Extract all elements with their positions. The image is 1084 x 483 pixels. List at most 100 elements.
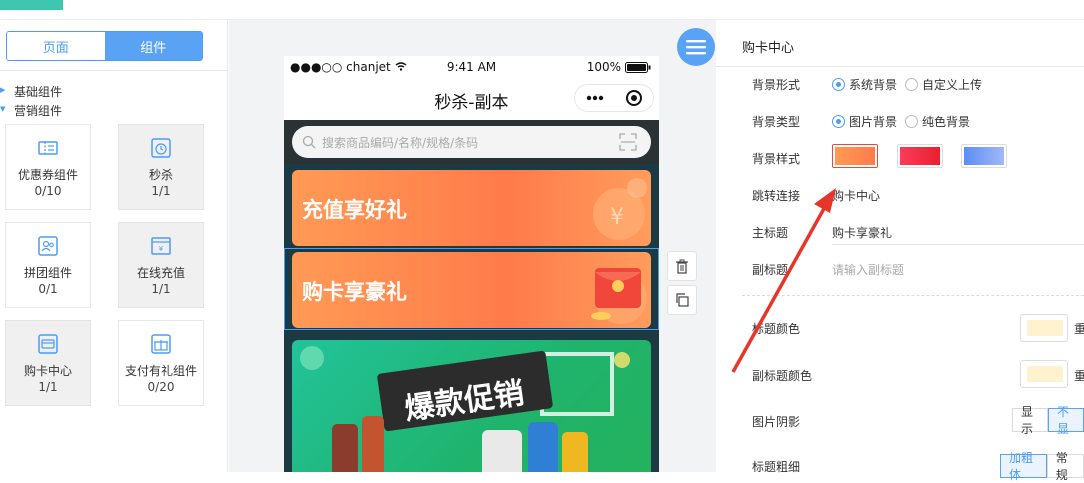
title-color-picker[interactable] bbox=[1020, 314, 1068, 342]
red-envelope-icon bbox=[591, 268, 647, 324]
section-divider bbox=[742, 295, 1084, 296]
status-bar: ●●●○○ chanjet 9:41 AM 100% bbox=[284, 56, 659, 76]
component-label: 在线充值 bbox=[136, 266, 185, 280]
editor-canvas: ●●●○○ chanjet 9:41 AM 100% 秒杀-副本 搜索商品编码/… bbox=[229, 20, 716, 472]
caret-right-icon: ▶ bbox=[0, 86, 6, 94]
radio-solid-bg[interactable] bbox=[905, 115, 919, 128]
jump-link-value[interactable]: 购卡中心 bbox=[832, 187, 880, 204]
img-shadow-label: 图片阴影 bbox=[752, 415, 801, 429]
component-label: 支付有礼组件 bbox=[124, 364, 197, 378]
panel-separator bbox=[716, 66, 1084, 67]
card-icon bbox=[38, 334, 58, 354]
copy-button[interactable] bbox=[667, 285, 697, 315]
component-count: 0/1 bbox=[38, 282, 58, 296]
delete-button[interactable] bbox=[667, 251, 697, 281]
group-basic-label: 基础组件 bbox=[14, 85, 63, 99]
bg-type-label: 背景类型 bbox=[752, 115, 801, 129]
radio-custom-upload-label: 自定义上传 bbox=[922, 78, 983, 92]
panel-tabs: 页面 组件 bbox=[6, 31, 203, 61]
title-color-swatch bbox=[1027, 320, 1063, 336]
sub-title-input[interactable]: 请输入副标题 bbox=[832, 261, 904, 278]
main-title-input[interactable]: 购卡享豪礼 bbox=[832, 224, 892, 241]
alarm-clock-icon bbox=[151, 138, 171, 158]
svg-text:¥: ¥ bbox=[610, 205, 624, 230]
more-dots-icon[interactable] bbox=[586, 95, 604, 101]
radio-image-bg-label: 图片背景 bbox=[849, 115, 898, 129]
component-flash-sale[interactable]: 秒杀 1/1 bbox=[118, 124, 204, 210]
title-weight-toggle: 加粗体 常规 bbox=[1000, 451, 1084, 482]
shadow-hide-button[interactable]: 不显 bbox=[1048, 405, 1084, 436]
sub-title-label: 副标题 bbox=[752, 263, 789, 277]
radio-solid-bg-label: 纯色背景 bbox=[922, 115, 971, 129]
weight-bold-button[interactable]: 加粗体 bbox=[1000, 451, 1047, 482]
group-basic[interactable]: ▶ 基础组件 bbox=[0, 83, 63, 100]
tab-components[interactable]: 组件 bbox=[104, 32, 202, 60]
svg-text:¥: ¥ bbox=[159, 245, 164, 253]
sub-title-color-label: 副标题颜色 bbox=[752, 369, 813, 383]
component-label: 秒杀 bbox=[148, 168, 173, 182]
component-coupon[interactable]: 优惠券组件 0/10 bbox=[5, 124, 91, 210]
shadow-show-button[interactable]: 显示 bbox=[1012, 405, 1048, 436]
bg-style-label: 背景样式 bbox=[752, 152, 801, 166]
bg-style-swatch-orange[interactable] bbox=[832, 144, 878, 168]
component-count: 0/20 bbox=[147, 380, 175, 394]
top-bar bbox=[0, 0, 1084, 20]
group-marketing-label: 营销组件 bbox=[14, 104, 63, 118]
component-label: 优惠券组件 bbox=[17, 168, 78, 182]
battery-status: 100% bbox=[587, 60, 651, 74]
bg-style-swatch-red[interactable] bbox=[897, 144, 943, 168]
banner-title: 充值享好礼 bbox=[302, 198, 407, 222]
promo-banner[interactable]: 爆款促销 bbox=[292, 340, 651, 472]
menu-button[interactable] bbox=[677, 28, 715, 66]
phone-preview: ●●●○○ chanjet 9:41 AM 100% 秒杀-副本 搜索商品编码/… bbox=[284, 56, 659, 472]
panel-title: 购卡中心 bbox=[742, 41, 795, 56]
component-pay-gift[interactable]: 支付有礼组件 0/20 bbox=[118, 320, 204, 406]
tab-page[interactable]: 页面 bbox=[7, 32, 105, 60]
radio-custom-upload[interactable] bbox=[905, 78, 919, 91]
search-bar: 搜索商品编码/名称/规格/条码 bbox=[284, 120, 659, 164]
copy-icon bbox=[676, 293, 689, 307]
search-placeholder: 搜索商品编码/名称/规格/条码 bbox=[322, 135, 479, 150]
radio-image-bg[interactable] bbox=[832, 115, 845, 128]
weight-regular-button[interactable]: 常规 bbox=[1046, 451, 1084, 482]
bg-form-label: 背景形式 bbox=[752, 78, 801, 92]
hamburger-icon bbox=[686, 40, 706, 55]
caret-down-icon: ▼ bbox=[0, 105, 6, 113]
title-color-label: 标题颜色 bbox=[752, 322, 801, 336]
banner-title: 购卡享豪礼 bbox=[302, 280, 407, 304]
radio-system-bg[interactable] bbox=[832, 78, 845, 91]
banner-card[interactable]: 购卡享豪礼 bbox=[292, 252, 651, 328]
battery-icon bbox=[625, 61, 651, 73]
group-users-icon bbox=[38, 236, 58, 256]
recharge-icon: ¥ bbox=[151, 237, 171, 255]
radio-system-bg-label: 系统背景 bbox=[849, 78, 898, 92]
top-accent-bar bbox=[0, 0, 63, 10]
img-shadow-toggle: 显示 不显 bbox=[1012, 405, 1084, 436]
component-panel: 页面 组件 ▶ 基础组件 ▼ 营销组件 优惠券组件 0/10 秒杀 1/1 拼团… bbox=[0, 20, 228, 472]
component-online-recharge[interactable]: ¥ 在线充值 1/1 bbox=[118, 222, 204, 308]
battery-percent: 100% bbox=[586, 60, 621, 74]
search-input[interactable]: 搜索商品编码/名称/规格/条码 bbox=[292, 126, 651, 158]
component-card-center[interactable]: 购卡中心 1/1 bbox=[5, 320, 91, 406]
mini-program-navbar: 秒杀-副本 bbox=[284, 76, 659, 120]
sub-title-color-reset[interactable]: 重 bbox=[1074, 367, 1084, 384]
group-marketing[interactable]: ▼ 营销组件 bbox=[0, 102, 63, 119]
bg-style-swatch-blue[interactable] bbox=[961, 144, 1007, 168]
sub-title-color-picker[interactable] bbox=[1020, 360, 1068, 388]
banner-recharge[interactable]: 充值享好礼 ¥ bbox=[292, 170, 651, 246]
capsule-menu[interactable] bbox=[574, 84, 654, 112]
trash-icon bbox=[676, 259, 688, 274]
scan-icon[interactable] bbox=[619, 133, 637, 151]
component-count: 1/1 bbox=[151, 282, 171, 296]
component-label: 拼团组件 bbox=[23, 266, 72, 280]
close-target-icon[interactable] bbox=[625, 89, 643, 107]
bg-form-radio-group: 系统背景 自定义上传 bbox=[832, 76, 982, 93]
coupon-icon bbox=[38, 141, 58, 155]
main-title-label: 主标题 bbox=[752, 226, 789, 240]
jump-link-label: 跳转连接 bbox=[752, 189, 801, 203]
component-group-buy[interactable]: 拼团组件 0/1 bbox=[5, 222, 91, 308]
gift-icon bbox=[151, 334, 171, 354]
component-count: 0/10 bbox=[34, 184, 62, 198]
main-title-underline bbox=[832, 244, 1084, 245]
title-color-reset[interactable]: 重 bbox=[1074, 320, 1084, 337]
